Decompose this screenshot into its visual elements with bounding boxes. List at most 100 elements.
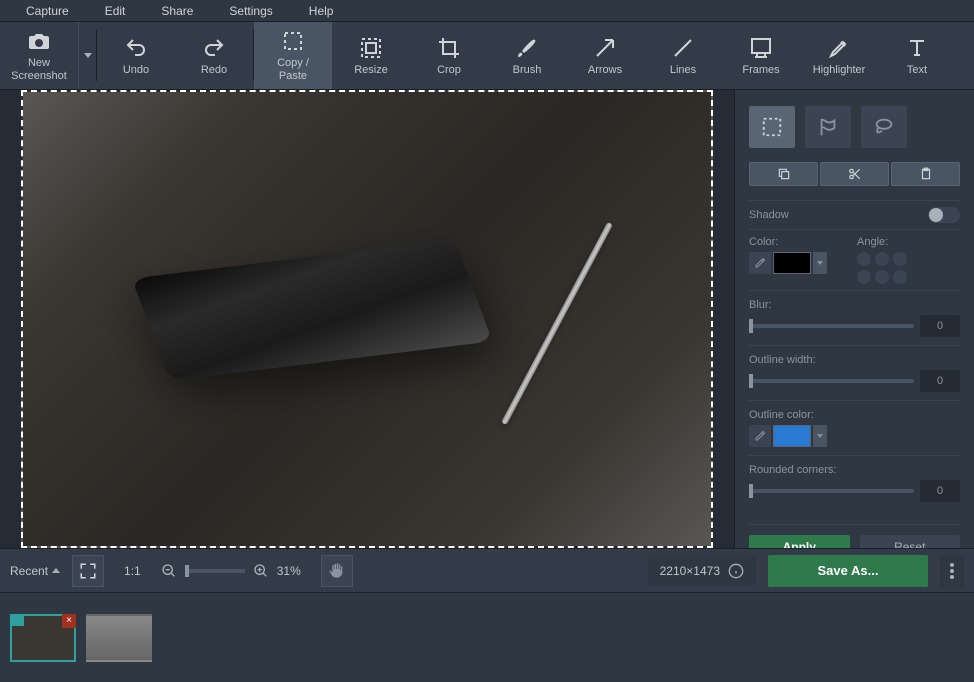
highlighter-label: Highlighter [813,64,866,76]
zoom-out-icon[interactable] [161,563,177,579]
angle-w[interactable] [857,270,871,284]
arrows-button[interactable]: Arrows [566,22,644,89]
blur-value: 0 [920,315,960,337]
info-icon[interactable] [728,563,744,579]
canvas-image[interactable] [21,90,713,548]
crop-label: Crop [437,64,461,76]
zoom-actual-button[interactable]: 1:1 [116,564,149,578]
thumbnail-strip: × [0,592,974,682]
outline-color-dropdown[interactable] [813,425,827,447]
copy-button[interactable] [749,162,818,186]
outline-width-label: Outline width: [749,354,960,366]
apply-button[interactable]: Apply [749,535,850,548]
paste-icon [919,167,933,181]
zoom-percent: 31% [277,564,301,578]
rect-select-tool[interactable] [749,106,795,148]
menu-settings[interactable]: Settings [211,1,290,21]
rounded-slider[interactable] [749,489,914,493]
save-more-button[interactable] [940,555,964,587]
zoom-slider[interactable] [185,569,245,573]
canvas-area[interactable] [0,90,734,548]
undo-button[interactable]: Undo [97,22,175,89]
recent-button[interactable]: Recent [10,564,60,578]
angle-ne[interactable] [893,252,907,266]
blur-slider[interactable] [749,324,914,328]
menu-share[interactable]: Share [143,1,211,21]
thumbnail-2[interactable] [86,614,152,662]
fit-screen-button[interactable] [72,555,104,587]
toolbar: New Screenshot Undo Redo Copy / Paste Re… [0,22,974,90]
paste-button[interactable] [891,162,960,186]
lines-button[interactable]: Lines [644,22,722,89]
frames-button[interactable]: Frames [722,22,800,89]
angle-e[interactable] [893,270,907,284]
undo-label: Undo [123,64,149,76]
angle-c[interactable] [875,270,889,284]
shadow-label: Shadow [749,209,789,221]
outline-color-swatch[interactable] [773,425,811,447]
outline-eyedropper[interactable] [749,425,771,447]
angle-n[interactable] [875,252,889,266]
shadow-toggle[interactable] [928,207,960,223]
shadow-color-dropdown[interactable] [813,252,827,274]
camera-icon [27,29,51,53]
expand-icon [79,562,97,580]
thumbnail-1-close[interactable]: × [62,614,76,628]
chevron-down-icon [84,53,92,58]
lines-label: Lines [670,64,696,76]
blur-label: Blur: [749,299,960,311]
undo-icon [124,36,148,60]
outline-width-value: 0 [920,370,960,392]
cut-button[interactable] [820,162,889,186]
new-screenshot-button[interactable]: New Screenshot [0,22,78,89]
arrow-icon [593,36,617,60]
reset-button[interactable]: Reset [860,535,961,548]
thumbnail-1[interactable]: × [10,614,76,662]
redo-button[interactable]: Redo [175,22,253,89]
highlighter-icon [827,36,851,60]
flag-icon [817,116,839,138]
eyedropper-icon [754,257,766,269]
scissors-icon [848,167,862,181]
chevron-down-icon [817,261,823,265]
chevron-down-icon [817,434,823,438]
new-screenshot-label: New Screenshot [11,57,67,81]
shadow-eyedropper[interactable] [749,252,771,274]
color-label: Color: [749,236,827,248]
rounded-corners-label: Rounded corners: [749,464,960,476]
zoom-in-icon[interactable] [253,563,269,579]
angle-label: Angle: [857,236,907,248]
thumb-active-badge [10,614,24,626]
arrows-label: Arrows [588,64,622,76]
copy-paste-button[interactable]: Copy / Paste [254,22,332,89]
highlighter-button[interactable]: Highlighter [800,22,878,89]
resize-button[interactable]: Resize [332,22,410,89]
brush-button[interactable]: Brush [488,22,566,89]
text-icon [905,36,929,60]
angle-nw[interactable] [857,252,871,266]
frames-label: Frames [742,64,779,76]
text-label: Text [907,64,927,76]
eyedropper-icon [754,430,766,442]
frame-icon [749,36,773,60]
chevron-up-icon [52,568,60,573]
polygon-select-tool[interactable] [805,106,851,148]
pan-hand-button[interactable] [321,555,353,587]
hand-icon [329,563,345,579]
line-icon [671,36,695,60]
angle-picker[interactable] [857,252,907,284]
menu-capture[interactable]: Capture [8,1,87,21]
new-screenshot-dropdown[interactable] [78,22,96,89]
save-as-button[interactable]: Save As... [768,555,928,587]
menu-help[interactable]: Help [291,1,352,21]
crop-button[interactable]: Crop [410,22,488,89]
redo-label: Redo [201,64,227,76]
copy-icon [777,167,791,181]
shadow-color-swatch[interactable] [773,252,811,274]
text-button[interactable]: Text [878,22,956,89]
brush-label: Brush [513,64,542,76]
outline-width-slider[interactable] [749,379,914,383]
lasso-select-tool[interactable] [861,106,907,148]
outline-color-label: Outline color: [749,409,960,421]
menu-edit[interactable]: Edit [87,1,144,21]
